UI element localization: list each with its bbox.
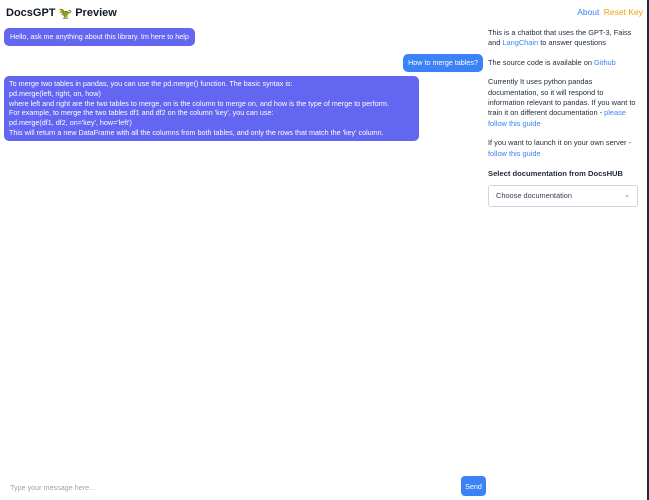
message-line: For example, to merge the two tables df1…	[9, 108, 274, 118]
message-line: pd.merge(df1, df2, on='key', how='left')	[9, 118, 132, 128]
user-message: How to merge tables?	[403, 54, 483, 72]
header-links: About Reset Key	[577, 7, 643, 17]
dino-icon: 🦖	[58, 7, 73, 20]
message-input[interactable]	[10, 480, 450, 494]
documentation-select[interactable]: Choose documentation ⌄	[488, 185, 638, 208]
message-line: This will return a new DataFrame with al…	[9, 127, 384, 137]
intro-text: This is a chatbot that uses the GPT-3, F…	[488, 28, 640, 49]
app-title: DocsGPT 🦖 Preview	[6, 7, 117, 20]
reset-key-link[interactable]: Reset Key	[604, 7, 643, 17]
documentation-select-value: Choose documentation	[496, 191, 573, 201]
about-link[interactable]: About	[577, 7, 599, 17]
launch-text-body: If you want to launch it on your own ser…	[488, 138, 631, 148]
message-composer: Send	[0, 476, 490, 498]
bot-message: Hello, ask me anything about this librar…	[4, 28, 195, 46]
message-line: where left and right are the two tables …	[9, 98, 389, 108]
github-link[interactable]: Github	[594, 58, 616, 67]
send-button[interactable]: Send	[461, 476, 486, 496]
source-text: The source code is available on Github	[488, 58, 640, 68]
message-line: To merge two tables in pandas, you can u…	[9, 79, 293, 88]
chevron-down-icon: ⌄	[624, 192, 630, 200]
launch-guide-link[interactable]: follow this guide	[488, 149, 541, 158]
current-docs-text: Currently It uses python pandas document…	[488, 77, 640, 129]
source-text-pre: The source code is available on	[488, 57, 594, 67]
launch-text: If you want to launch it on your own ser…	[488, 138, 640, 159]
sidebar: This is a chatbot that uses the GPT-3, F…	[488, 28, 640, 208]
app-title-text: DocsGPT	[6, 7, 56, 19]
select-docs-label: Select documentation from DocsHUB	[488, 169, 624, 179]
message-line: pd.merge(left, right, on, how)	[9, 88, 101, 98]
header: DocsGPT 🦖 Preview About Reset Key	[0, 0, 649, 26]
langchain-link[interactable]: LangChain	[502, 38, 538, 47]
chat-area: Hello, ask me anything about this librar…	[0, 26, 485, 466]
app-subtitle: Preview	[75, 7, 117, 19]
intro-text-post: to answer questions	[538, 38, 606, 48]
bot-message: To merge two tables in pandas, you can u…	[4, 76, 419, 141]
